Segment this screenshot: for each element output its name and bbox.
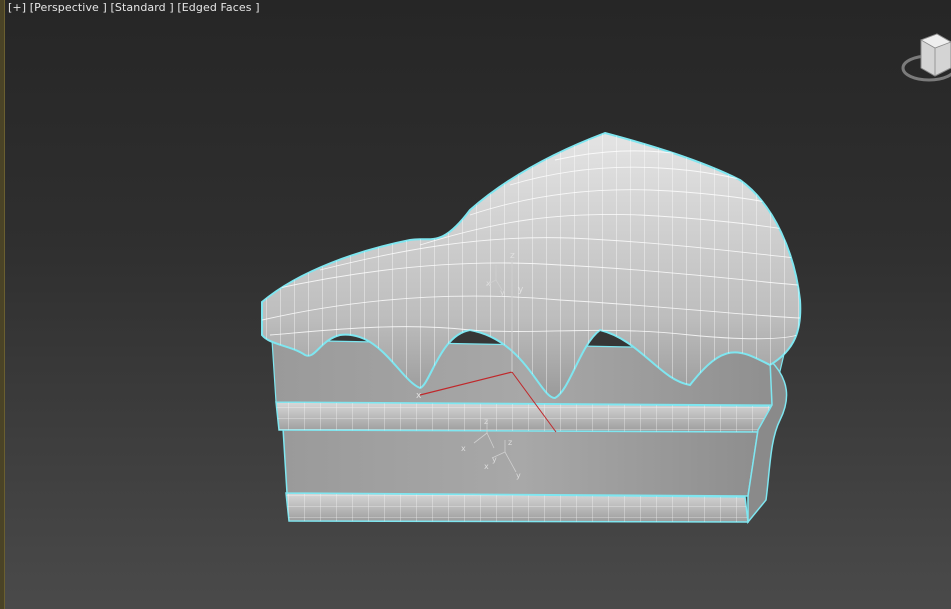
svg-text:x: x — [461, 444, 466, 453]
middle-band-mesh — [275, 401, 773, 433]
cake-slice-mesh[interactable] — [250, 120, 810, 525]
scene-canvas[interactable]: x z y x y x z y z x y — [0, 0, 951, 609]
svg-text:y: y — [492, 455, 497, 464]
svg-text:x: x — [486, 279, 491, 288]
lower-sponge-layer — [282, 427, 759, 497]
svg-text:y: y — [516, 471, 521, 480]
svg-text:z: z — [484, 417, 488, 426]
viewcube-icon[interactable] — [899, 26, 951, 90]
perspective-viewport[interactable]: [+] [Perspective ] [Standard ] [Edged Fa… — [0, 0, 951, 609]
svg-text:y: y — [500, 288, 505, 297]
bottom-band-mesh — [285, 492, 749, 523]
gizmo-z-label: z — [510, 251, 515, 261]
svg-text:z: z — [508, 438, 512, 447]
svg-text:x: x — [484, 462, 489, 471]
gizmo-x-label: x — [416, 391, 422, 401]
gizmo-y-label: y — [518, 285, 524, 295]
